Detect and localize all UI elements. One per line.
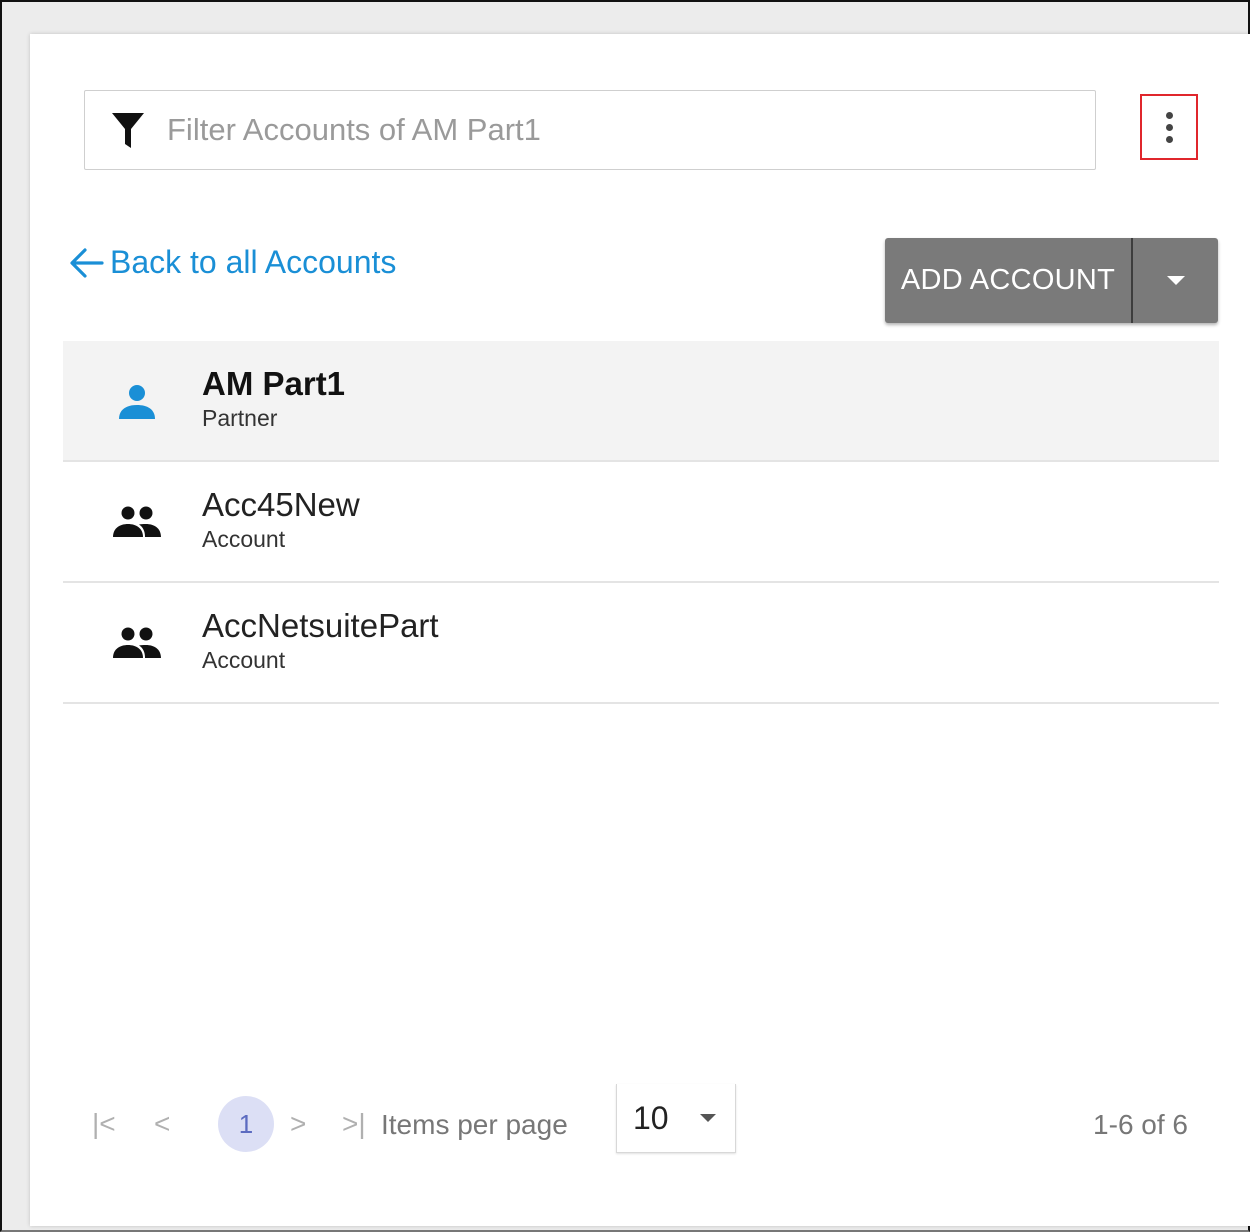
filter-icon <box>111 110 145 150</box>
add-account-button[interactable]: ADD ACCOUNT <box>885 238 1133 323</box>
people-icon <box>108 493 166 551</box>
current-page-button[interactable]: 1 <box>218 1096 274 1152</box>
page-range-label: 1-6 of 6 <box>1093 1109 1188 1140</box>
person-icon <box>108 372 166 430</box>
list-item[interactable]: AM Part1 Partner <box>63 341 1219 462</box>
kebab-dot <box>1165 123 1173 131</box>
filter-box[interactable] <box>84 90 1096 170</box>
items-per-page-select[interactable]: 10 <box>616 1084 736 1153</box>
last-page-button[interactable]: >| <box>342 1108 366 1140</box>
kebab-dot <box>1165 135 1173 143</box>
people-icon <box>108 614 166 672</box>
more-options-button[interactable] <box>1140 94 1198 160</box>
account-name: AccNetsuitePart <box>202 606 439 644</box>
kebab-dot <box>1165 111 1173 119</box>
account-type: Account <box>202 525 286 552</box>
items-per-page-label: Items per page <box>381 1109 568 1140</box>
caret-down-icon <box>699 1114 716 1122</box>
back-to-all-accounts-link[interactable]: Back to all Accounts <box>68 244 396 281</box>
items-per-page-value: 10 <box>633 1099 669 1136</box>
window-frame: Back to all Accounts ADD ACCOUNT AM P <box>0 0 1250 1232</box>
previous-page-button[interactable]: < <box>154 1108 170 1140</box>
caret-down-icon <box>1166 275 1185 285</box>
list-item[interactable]: Acc45New Account <box>63 462 1219 583</box>
account-type: Account <box>202 646 286 673</box>
back-link-label: Back to all Accounts <box>110 244 397 280</box>
accounts-panel: Back to all Accounts ADD ACCOUNT AM P <box>30 34 1250 1226</box>
arrow-left-icon <box>70 247 104 278</box>
list-item[interactable]: AccNetsuitePart Account <box>63 583 1219 704</box>
account-list: AM Part1 Partner Acc45New Account AccNet… <box>63 341 1219 704</box>
pagination: |< < 1 > >| Items per page 10 1-6 of 6 <box>88 1084 1188 1160</box>
account-name: Acc45New <box>202 485 360 523</box>
add-account-dropdown-button[interactable] <box>1133 238 1218 323</box>
account-type: Partner <box>202 404 278 431</box>
next-page-button[interactable]: > <box>290 1108 306 1140</box>
add-account-split-button: ADD ACCOUNT <box>885 238 1218 323</box>
filter-input[interactable] <box>165 111 1049 149</box>
account-name: AM Part1 <box>202 364 346 402</box>
first-page-button[interactable]: |< <box>92 1108 116 1140</box>
